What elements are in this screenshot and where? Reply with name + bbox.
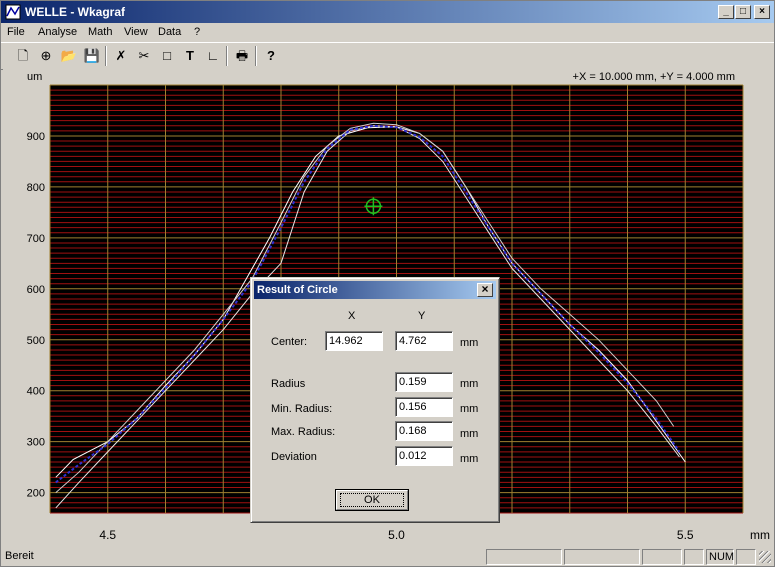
status-pane <box>486 549 562 565</box>
menu-help[interactable]: ? <box>194 26 200 38</box>
y-unit-label: um <box>27 71 42 83</box>
toolbar-separator <box>226 46 228 66</box>
y-tick-label: 800 <box>27 182 45 194</box>
status-pane <box>642 549 682 565</box>
close-button[interactable]: × <box>754 5 770 19</box>
new-icon[interactable]: 🗋 <box>13 46 33 66</box>
column-x-header: X <box>348 310 356 322</box>
dialog-title-bar[interactable]: Result of Circle × <box>254 281 496 299</box>
deviation-field[interactable]: 0.012 <box>395 446 453 466</box>
center-x-field[interactable]: 14.962 <box>325 331 383 351</box>
cut-x-icon[interactable]: ✗ <box>111 46 131 66</box>
x-tick-label: 5.0 <box>388 528 405 542</box>
deviation-unit: mm <box>460 453 479 465</box>
y-tick-label: 700 <box>27 233 45 245</box>
y-tick-label: 600 <box>27 284 45 296</box>
print-icon[interactable]: 🖶 <box>232 46 252 66</box>
toolbar-separator <box>105 46 107 66</box>
menu-file[interactable]: File <box>7 26 25 38</box>
x-tick-label: 4.5 <box>99 528 116 542</box>
max-radius-label: Max. Radius: <box>271 426 336 438</box>
status-bar: Bereit NUM <box>1 547 774 567</box>
max-radius-unit: mm <box>460 428 479 440</box>
menu-analyse[interactable]: Analyse <box>38 26 77 38</box>
toolbar-separator <box>255 46 257 66</box>
menu-math[interactable]: Math <box>88 26 112 38</box>
x-axis-label: mm <box>750 528 770 542</box>
scale-info: +X = 10.000 mm, +Y = 4.000 mm <box>573 71 735 83</box>
status-pane <box>564 549 640 565</box>
minimize-button[interactable]: _ <box>718 5 734 19</box>
resize-grip[interactable] <box>759 551 771 563</box>
menu-data[interactable]: Data <box>158 26 181 38</box>
y-tick-label: 900 <box>27 131 45 143</box>
maximize-button[interactable]: □ <box>735 5 751 19</box>
status-pane <box>684 549 704 565</box>
toolbar: 🗋 ⊕ 📂 💾 ✗ ✂ □ T ∟ 🖶 ? <box>1 42 774 70</box>
text-icon[interactable]: T <box>180 46 200 66</box>
axis-icon[interactable]: ∟ <box>203 46 223 66</box>
min-radius-field[interactable]: 0.156 <box>395 397 453 417</box>
radius-unit: mm <box>460 378 479 390</box>
result-dialog: Result of Circle × X Y Center: 14.962 4.… <box>250 277 500 523</box>
max-radius-field[interactable]: 0.168 <box>395 421 453 441</box>
status-text: Bereit <box>5 550 34 562</box>
menu-view[interactable]: View <box>124 26 148 38</box>
deviation-label: Deviation <box>271 451 317 463</box>
y-tick-label: 200 <box>27 488 45 500</box>
ok-button[interactable]: OK <box>335 489 409 511</box>
y-tick-label: 500 <box>27 335 45 347</box>
add-icon[interactable]: ⊕ <box>36 46 56 66</box>
radius-label: Radius <box>271 378 306 390</box>
center-unit: mm <box>460 337 479 349</box>
min-radius-unit: mm <box>460 403 479 415</box>
save-icon[interactable]: 💾 <box>82 46 102 66</box>
open-icon[interactable]: 📂 <box>59 46 79 66</box>
x-axis-ticks: 4.5 5.0 5.5 <box>99 528 694 542</box>
x-tick-label: 5.5 <box>677 528 694 542</box>
radius-field[interactable]: 0.159 <box>395 372 453 392</box>
min-radius-label: Min. Radius: <box>271 403 333 415</box>
column-y-header: Y <box>418 310 426 322</box>
dialog-close-button[interactable]: × <box>477 283 493 297</box>
status-pane <box>736 549 756 565</box>
main-window: WELLE - Wkagraf _ □ × File Analyse Math … <box>0 0 775 567</box>
window-title: WELLE - Wkagraf <box>25 5 126 19</box>
focus-rect <box>340 493 404 507</box>
y-axis-ticks: 200 300 400 500 600 700 800 900 <box>27 131 45 500</box>
y-tick-label: 300 <box>27 437 45 449</box>
scissors-icon[interactable]: ✂ <box>134 46 154 66</box>
center-y-field[interactable]: 4.762 <box>395 331 453 351</box>
center-label: Center: <box>271 336 308 348</box>
help-icon[interactable]: ? <box>261 46 281 66</box>
y-tick-label: 400 <box>27 386 45 398</box>
menu-bar: File Analyse Math View Data ? <box>1 23 774 41</box>
rectangle-icon[interactable]: □ <box>157 46 177 66</box>
app-icon <box>5 4 21 20</box>
num-lock-indicator: NUM <box>706 549 734 565</box>
dialog-title: Result of Circle <box>257 284 338 296</box>
title-bar[interactable]: WELLE - Wkagraf _ □ × <box>1 1 774 23</box>
